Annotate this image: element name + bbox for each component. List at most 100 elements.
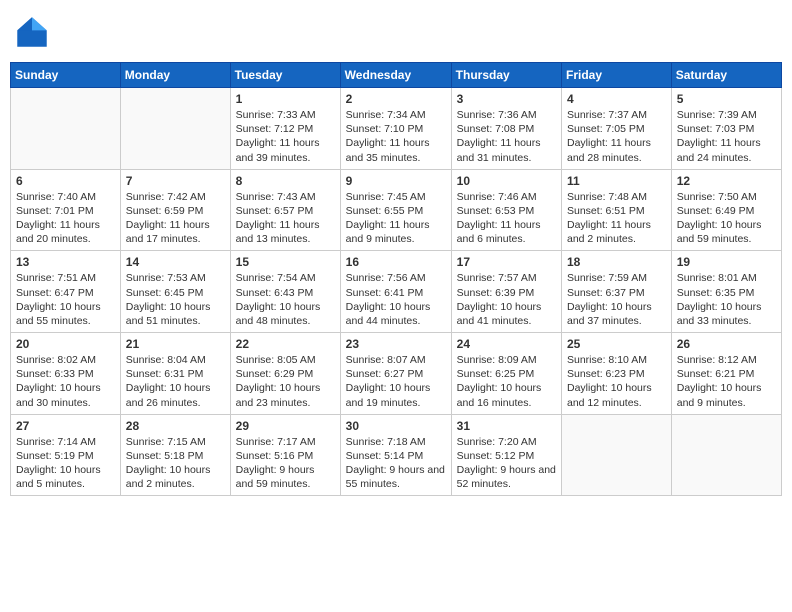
calendar-cell: 21 Sunrise: 8:04 AMSunset: 6:31 PMDayligh… (120, 333, 230, 415)
day-number: 29 (236, 419, 335, 433)
calendar-cell: 25 Sunrise: 8:10 AMSunset: 6:23 PMDayligh… (562, 333, 672, 415)
day-number: 3 (457, 92, 556, 106)
calendar-week-row: 6Sunrise: 7:40 AMSunset: 7:01 PMDaylight… (11, 169, 782, 251)
day-number: 1 (236, 92, 335, 106)
day-info: Sunrise: 8:10 AMSunset: 6:23 PMDaylight:… (567, 353, 666, 410)
calendar-cell: 12 Sunrise: 7:50 AMSunset: 6:49 PMDayligh… (671, 169, 781, 251)
day-number: 11 (567, 174, 666, 188)
weekday-header: Monday (120, 63, 230, 88)
day-number: 12 (677, 174, 776, 188)
calendar-week-row: 1 Sunrise: 7:33 AMSunset: 7:12 PMDaylight… (11, 88, 782, 170)
calendar-cell: 16Sunrise: 7:56 AMSunset: 6:41 PMDayligh… (340, 251, 451, 333)
day-number: 25 (567, 337, 666, 351)
weekday-header: Tuesday (230, 63, 340, 88)
calendar-cell: 29 Sunrise: 7:17 AMSunset: 5:16 PMDayligh… (230, 414, 340, 496)
calendar-cell (120, 88, 230, 170)
calendar-cell: 8 Sunrise: 7:43 AMSunset: 6:57 PMDaylight… (230, 169, 340, 251)
day-info: Sunrise: 7:53 AMSunset: 6:45 PMDaylight:… (126, 271, 225, 328)
day-info: Sunrise: 8:02 AMSunset: 6:33 PMDaylight:… (16, 353, 115, 410)
day-number: 26 (677, 337, 776, 351)
weekday-header: Wednesday (340, 63, 451, 88)
calendar-cell: 6Sunrise: 7:40 AMSunset: 7:01 PMDaylight… (11, 169, 121, 251)
calendar-cell: 24 Sunrise: 8:09 AMSunset: 6:25 PMDayligh… (451, 333, 561, 415)
day-number: 17 (457, 255, 556, 269)
day-info: Sunrise: 7:40 AMSunset: 7:01 PMDaylight:… (16, 190, 115, 247)
day-info: Sunrise: 8:01 AMSunset: 6:35 PMDaylight:… (677, 271, 776, 328)
calendar-cell (671, 414, 781, 496)
day-info: Sunrise: 7:15 AMSunset: 5:18 PMDaylight:… (126, 435, 225, 492)
calendar-cell: 22 Sunrise: 8:05 AMSunset: 6:29 PMDayligh… (230, 333, 340, 415)
day-info: Sunrise: 7:42 AMSunset: 6:59 PMDaylight:… (126, 190, 225, 247)
day-number: 21 (126, 337, 225, 351)
day-info: Sunrise: 8:09 AMSunset: 6:25 PMDaylight:… (457, 353, 556, 410)
calendar-week-row: 13 Sunrise: 7:51 AMSunset: 6:47 PMDayligh… (11, 251, 782, 333)
day-number: 14 (126, 255, 225, 269)
calendar-table: SundayMondayTuesdayWednesdayThursdayFrid… (10, 62, 782, 496)
day-number: 9 (346, 174, 446, 188)
calendar-cell: 9 Sunrise: 7:45 AMSunset: 6:55 PMDaylight… (340, 169, 451, 251)
calendar-cell: 26 Sunrise: 8:12 AMSunset: 6:21 PMDayligh… (671, 333, 781, 415)
day-number: 30 (346, 419, 446, 433)
day-info: Sunrise: 7:59 AMSunset: 6:37 PMDaylight:… (567, 271, 666, 328)
day-info: Sunrise: 7:46 AMSunset: 6:53 PMDaylight:… (457, 190, 556, 247)
calendar-cell: 30 Sunrise: 7:18 AMSunset: 5:14 PMDayligh… (340, 414, 451, 496)
calendar-cell: 1 Sunrise: 7:33 AMSunset: 7:12 PMDaylight… (230, 88, 340, 170)
day-number: 18 (567, 255, 666, 269)
weekday-header: Sunday (11, 63, 121, 88)
calendar-cell: 31Sunrise: 7:20 AMSunset: 5:12 PMDayligh… (451, 414, 561, 496)
day-number: 28 (126, 419, 225, 433)
day-number: 22 (236, 337, 335, 351)
logo (14, 14, 54, 50)
calendar-cell: 15Sunrise: 7:54 AMSunset: 6:43 PMDayligh… (230, 251, 340, 333)
day-number: 13 (16, 255, 115, 269)
day-info: Sunrise: 7:48 AMSunset: 6:51 PMDaylight:… (567, 190, 666, 247)
day-number: 8 (236, 174, 335, 188)
calendar-cell: 28 Sunrise: 7:15 AMSunset: 5:18 PMDayligh… (120, 414, 230, 496)
day-info: Sunrise: 7:36 AMSunset: 7:08 PMDaylight:… (457, 108, 556, 165)
day-number: 15 (236, 255, 335, 269)
calendar-cell: 18 Sunrise: 7:59 AMSunset: 6:37 PMDayligh… (562, 251, 672, 333)
weekday-header: Saturday (671, 63, 781, 88)
day-info: Sunrise: 7:18 AMSunset: 5:14 PMDaylight:… (346, 435, 446, 492)
calendar-cell: 27 Sunrise: 7:14 AMSunset: 5:19 PMDayligh… (11, 414, 121, 496)
calendar-cell: 11 Sunrise: 7:48 AMSunset: 6:51 PMDayligh… (562, 169, 672, 251)
calendar-cell: 20Sunrise: 8:02 AMSunset: 6:33 PMDayligh… (11, 333, 121, 415)
weekday-header: Friday (562, 63, 672, 88)
day-info: Sunrise: 7:37 AMSunset: 7:05 PMDaylight:… (567, 108, 666, 165)
day-number: 2 (346, 92, 446, 106)
day-info: Sunrise: 7:51 AMSunset: 6:47 PMDaylight:… (16, 271, 115, 328)
calendar-cell: 19 Sunrise: 8:01 AMSunset: 6:35 PMDayligh… (671, 251, 781, 333)
logo-icon (14, 14, 50, 50)
day-info: Sunrise: 7:39 AMSunset: 7:03 PMDaylight:… (677, 108, 776, 165)
day-number: 16 (346, 255, 446, 269)
day-number: 27 (16, 419, 115, 433)
day-number: 5 (677, 92, 776, 106)
calendar-cell: 2Sunrise: 7:34 AMSunset: 7:10 PMDaylight… (340, 88, 451, 170)
weekday-header: Thursday (451, 63, 561, 88)
day-info: Sunrise: 8:12 AMSunset: 6:21 PMDaylight:… (677, 353, 776, 410)
day-info: Sunrise: 7:45 AMSunset: 6:55 PMDaylight:… (346, 190, 446, 247)
day-info: Sunrise: 8:04 AMSunset: 6:31 PMDaylight:… (126, 353, 225, 410)
day-info: Sunrise: 7:14 AMSunset: 5:19 PMDaylight:… (16, 435, 115, 492)
day-number: 24 (457, 337, 556, 351)
calendar-cell: 7 Sunrise: 7:42 AMSunset: 6:59 PMDaylight… (120, 169, 230, 251)
day-number: 31 (457, 419, 556, 433)
calendar-cell (562, 414, 672, 496)
calendar-cell: 13 Sunrise: 7:51 AMSunset: 6:47 PMDayligh… (11, 251, 121, 333)
weekday-header-row: SundayMondayTuesdayWednesdayThursdayFrid… (11, 63, 782, 88)
day-info: Sunrise: 8:07 AMSunset: 6:27 PMDaylight:… (346, 353, 446, 410)
day-info: Sunrise: 7:17 AMSunset: 5:16 PMDaylight:… (236, 435, 335, 492)
day-info: Sunrise: 7:57 AMSunset: 6:39 PMDaylight:… (457, 271, 556, 328)
day-info: Sunrise: 8:05 AMSunset: 6:29 PMDaylight:… (236, 353, 335, 410)
day-number: 7 (126, 174, 225, 188)
calendar-cell: 3 Sunrise: 7:36 AMSunset: 7:08 PMDaylight… (451, 88, 561, 170)
calendar-cell: 23Sunrise: 8:07 AMSunset: 6:27 PMDayligh… (340, 333, 451, 415)
calendar-cell: 17 Sunrise: 7:57 AMSunset: 6:39 PMDayligh… (451, 251, 561, 333)
day-number: 19 (677, 255, 776, 269)
calendar-cell: 4 Sunrise: 7:37 AMSunset: 7:05 PMDaylight… (562, 88, 672, 170)
day-info: Sunrise: 7:33 AMSunset: 7:12 PMDaylight:… (236, 108, 335, 165)
day-info: Sunrise: 7:43 AMSunset: 6:57 PMDaylight:… (236, 190, 335, 247)
day-info: Sunrise: 7:50 AMSunset: 6:49 PMDaylight:… (677, 190, 776, 247)
day-number: 4 (567, 92, 666, 106)
calendar-week-row: 27 Sunrise: 7:14 AMSunset: 5:19 PMDayligh… (11, 414, 782, 496)
